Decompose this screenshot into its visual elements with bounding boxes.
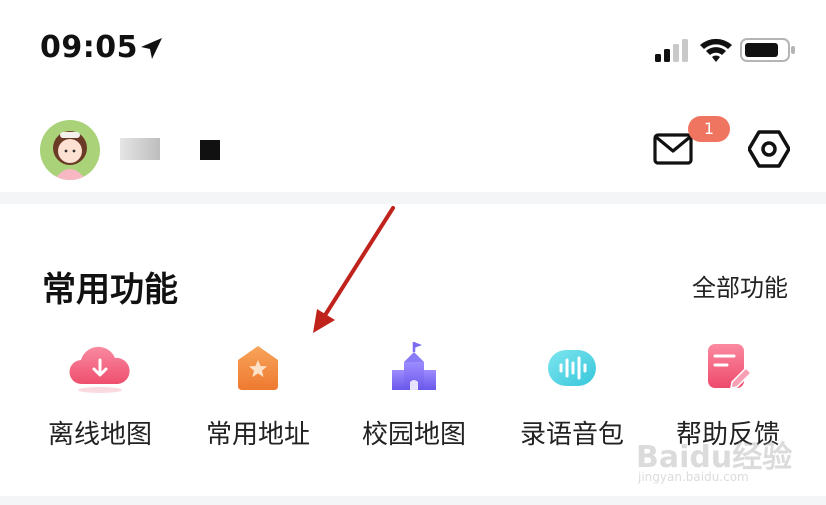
- section-title: 常用功能: [42, 270, 178, 310]
- watermark-url: jingyan.baidu.com: [638, 470, 749, 484]
- voice-wave-icon: [548, 350, 596, 386]
- status-time: 09:05: [40, 30, 138, 65]
- avatar-image: [40, 120, 100, 180]
- feature-campus-map[interactable]: 校园地图: [349, 340, 479, 451]
- status-bar: 09:05: [0, 0, 826, 100]
- all-features-link[interactable]: 全部功能: [692, 268, 788, 303]
- campus-building-icon: [392, 342, 436, 390]
- cellular-signal-icon: [655, 39, 688, 62]
- avatar[interactable]: [40, 120, 100, 180]
- mail-icon[interactable]: [653, 132, 693, 166]
- watermark: Baidu经验 jingyan.baidu.com: [636, 432, 796, 492]
- feature-offline-map[interactable]: 离线地图: [35, 340, 165, 451]
- home-star-icon: [238, 346, 278, 390]
- mail-badge: 1: [688, 116, 730, 142]
- section-divider: [0, 192, 826, 204]
- feature-label: 离线地图: [47, 420, 152, 450]
- feature-label: 校园地图: [361, 420, 466, 450]
- feature-label: 录语音包: [519, 420, 624, 450]
- feature-common-address[interactable]: 常用地址: [193, 340, 323, 451]
- feature-voice-pack[interactable]: 录语音包: [507, 340, 637, 451]
- feature-label: 常用地址: [205, 420, 310, 450]
- location-arrow-icon: [141, 38, 162, 59]
- username-blurred-mark: [200, 140, 220, 160]
- username-blurred: [120, 138, 160, 160]
- wifi-icon: [700, 38, 732, 62]
- cloud-download-icon: [69, 346, 130, 393]
- battery-icon: [740, 38, 795, 62]
- settings-icon[interactable]: [748, 128, 790, 170]
- feedback-edit-icon: [708, 344, 753, 389]
- profile-header: [0, 100, 826, 195]
- section-divider-bottom: [0, 496, 826, 505]
